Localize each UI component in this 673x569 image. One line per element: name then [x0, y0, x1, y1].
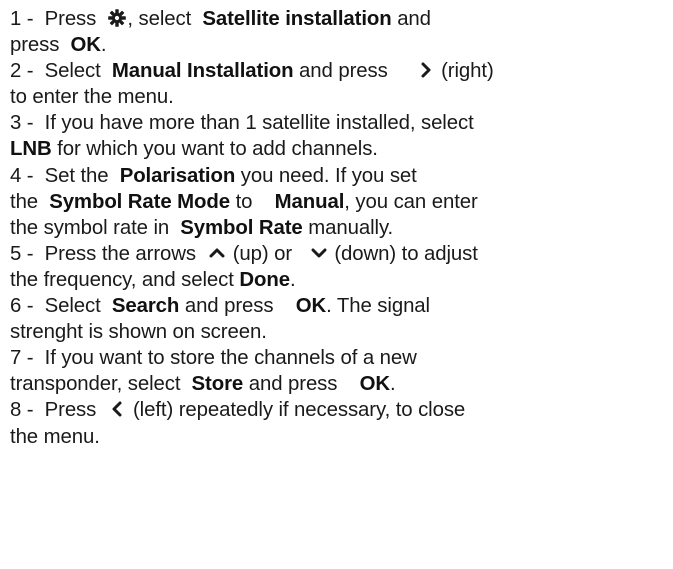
step-line: to enter the menu.: [10, 84, 672, 110]
text-segment: strenght is shown on screen.: [10, 321, 267, 344]
text-segment: 6 - Select: [10, 295, 112, 318]
bold-term: Symbol Rate Mode: [49, 190, 230, 213]
text-segment: manually.: [302, 216, 394, 239]
text-segment: , select: [127, 8, 203, 30]
chevron-right-icon: [416, 60, 436, 80]
text-segment: (right): [435, 60, 494, 83]
gear-icon: [107, 8, 127, 28]
text-segment: to: [230, 190, 275, 213]
text-segment: the menu.: [10, 425, 100, 448]
chevron-down-icon: [309, 243, 329, 263]
step-2: 2 - Select Manual Installation and press…: [10, 58, 672, 110]
text-segment: and press: [243, 373, 360, 396]
bold-term: Store: [191, 373, 244, 396]
text-segment: for which you want to add channels.: [51, 138, 378, 161]
step-line: 6 - Select Search and press OK. The sign…: [10, 293, 672, 319]
bold-term: Satellite installation: [202, 8, 392, 30]
text-segment: (left) repeatedly if necessary, to close: [127, 399, 466, 422]
text-segment: 3 - If you have more than 1 satellite in…: [10, 112, 474, 135]
text-segment: to enter the menu.: [10, 86, 174, 109]
text-segment: you need. If you set: [235, 164, 417, 187]
text-segment: .: [390, 373, 396, 396]
bold-term: Manual Installation: [111, 60, 294, 83]
step-line: 7 - If you want to store the channels of…: [10, 345, 672, 371]
text-segment: 1 - Press: [10, 8, 108, 30]
text-segment: 2 - Select: [10, 60, 112, 83]
bold-term: OK: [359, 373, 391, 396]
bold-term: Symbol Rate: [180, 216, 303, 239]
text-segment: 8 - Press: [10, 399, 108, 422]
text-segment: and press: [293, 60, 416, 83]
text-segment: (up) or: [227, 242, 309, 265]
step-line: transponder, select Store and press OK.: [10, 371, 672, 397]
step-line: 2 - Select Manual Installation and press…: [10, 58, 672, 84]
step-6: 6 - Select Search and press OK. The sign…: [10, 293, 672, 345]
chevron-up-icon: [207, 243, 227, 263]
step-line: the menu.: [10, 424, 672, 450]
text-segment: 7 - If you want to store the channels of…: [10, 347, 417, 370]
step-line: LNB for which you want to add channels.: [10, 136, 672, 162]
bold-term: Search: [111, 295, 180, 318]
step-line: the Symbol Rate Mode to Manual, you can …: [10, 189, 672, 215]
step-line: the frequency, and select Done.: [10, 267, 672, 293]
step-4: 4 - Set the Polarisation you need. If yo…: [10, 163, 672, 241]
text-segment: and press: [179, 295, 296, 318]
text-segment: 4 - Set the: [10, 164, 120, 187]
bold-term: Done: [239, 268, 290, 291]
text-segment: .: [289, 268, 296, 291]
text-segment: . The signal: [326, 295, 430, 318]
text-segment: and: [391, 8, 431, 30]
step-8: 8 - Press (left) repeatedly if necessary…: [10, 397, 672, 449]
step-line: 4 - Set the Polarisation you need. If yo…: [10, 163, 672, 189]
bold-term: OK: [70, 34, 101, 57]
text-segment: 5 - Press the arrows: [10, 242, 208, 265]
step-line: strenght is shown on screen.: [10, 319, 672, 345]
step-3: 3 - If you have more than 1 satellite in…: [10, 110, 672, 162]
text-segment: press: [10, 34, 71, 57]
step-5: 5 - Press the arrows (up) or (down) to a…: [10, 241, 672, 293]
text-segment: .: [100, 34, 107, 57]
bold-term: Polarisation: [119, 164, 236, 187]
bold-term: LNB: [10, 138, 52, 161]
bold-term: Manual: [274, 190, 345, 213]
bold-term: OK: [295, 295, 327, 318]
instructions-document: 1 - Press , select Satellite installatio…: [10, 6, 672, 450]
text-segment: transponder, select: [10, 373, 192, 396]
text-segment: the frequency, and select: [10, 268, 240, 291]
step-line: 5 - Press the arrows (up) or (down) to a…: [10, 241, 672, 267]
text-segment: the: [10, 190, 50, 213]
text-segment: (down) to adjust: [328, 242, 478, 265]
step-line: 1 - Press , select Satellite installatio…: [10, 6, 672, 32]
text-segment: , you can enter: [344, 190, 478, 213]
step-7: 7 - If you want to store the channels of…: [10, 345, 672, 397]
step-1: 1 - Press , select Satellite installatio…: [10, 6, 672, 58]
step-line: 3 - If you have more than 1 satellite in…: [10, 110, 672, 136]
step-line: the symbol rate in Symbol Rate manually.: [10, 215, 672, 241]
step-line: press OK.: [10, 32, 672, 58]
text-segment: the symbol rate in: [10, 216, 181, 239]
step-line: 8 - Press (left) repeatedly if necessary…: [10, 397, 672, 423]
chevron-left-icon: [107, 399, 127, 419]
